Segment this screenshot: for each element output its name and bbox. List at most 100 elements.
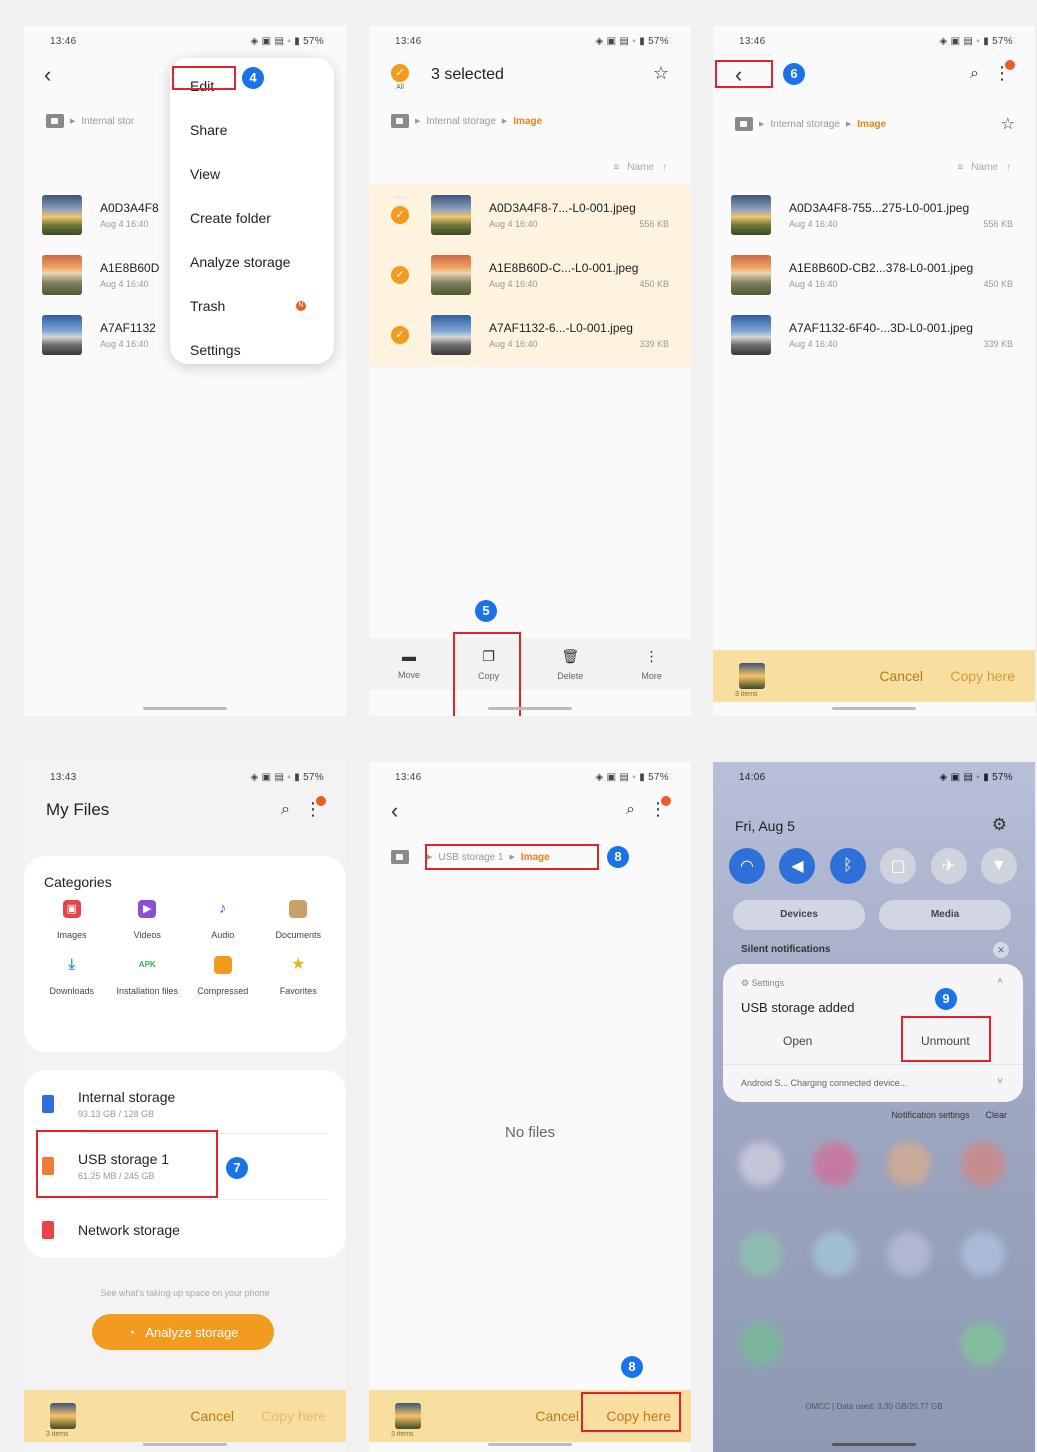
home-folder-icon[interactable] — [391, 850, 409, 864]
star-icon[interactable]: ☆ — [1001, 114, 1015, 134]
analyze-storage-button[interactable]: ◔ Analyze storage — [92, 1314, 274, 1350]
file-row[interactable]: A0D3A4F8-755...275-L0-001.jpeg Aug 4 16:4… — [713, 186, 1035, 244]
highlight-usb-storage — [36, 1130, 218, 1198]
folder-move-icon: ▬ — [402, 648, 417, 664]
category-videos[interactable]: ▶ Videos — [110, 900, 186, 940]
storage-hint: See what's taking up space on your phone — [100, 1288, 270, 1298]
category-documents[interactable]: Documents — [261, 900, 337, 940]
breadcrumb-image[interactable]: Image — [513, 116, 542, 127]
search-icon[interactable]: ⌕ — [626, 802, 635, 818]
gear-icon[interactable]: ⚙ — [992, 816, 1007, 833]
storage-internal[interactable]: Internal storage 93.13 GB / 128 GB — [42, 1076, 328, 1132]
highlight-copy-here — [581, 1392, 681, 1432]
category-favorites[interactable]: ★ Favorites — [261, 956, 337, 996]
sort-bar[interactable]: ≡ Name ↑ — [613, 162, 667, 173]
file-thumbnail — [42, 315, 82, 355]
checkbox-checked-icon[interactable]: ✓ — [391, 266, 409, 284]
sort-bar[interactable]: ≡ Name ↑ — [957, 162, 1011, 173]
category-compressed[interactable]: Compressed — [185, 956, 261, 996]
menu-item-settings[interactable]: Settings — [170, 328, 334, 372]
breadcrumb-internal[interactable]: Internal storage — [426, 116, 496, 127]
blurred-app-icon — [739, 1232, 783, 1276]
bluetooth-toggle-icon[interactable]: ᛒ — [829, 848, 866, 884]
file-row-selected[interactable]: ✓ A0D3A4F8-7...-L0-001.jpeg Aug 4 16:40 55… — [369, 186, 691, 244]
more-button[interactable]: ⋮ More — [641, 648, 662, 681]
back-icon[interactable]: ‹ — [44, 64, 51, 86]
cancel-button[interactable]: Cancel — [535, 1408, 579, 1424]
clear-button[interactable]: Clear — [985, 1110, 1007, 1120]
status-bar: 13:46 ◈ ▣ ▤ ◦ ▮ 57% — [395, 36, 669, 47]
file-thumbnail — [431, 255, 471, 295]
category-downloads[interactable]: ⤓ Downloads — [34, 956, 110, 996]
menu-item-share[interactable]: Share — [170, 108, 334, 152]
copy-here-button[interactable]: Copy here — [950, 668, 1015, 684]
devices-button[interactable]: Devices — [733, 900, 865, 930]
category-audio[interactable]: ♪ Audio — [185, 900, 261, 940]
download-icon: ⤓ — [68, 956, 76, 973]
step-9-marker: 9 — [935, 988, 957, 1010]
home-folder-icon[interactable] — [735, 117, 753, 131]
checkbox-checked-icon[interactable]: ✓ — [391, 206, 409, 224]
airplane-toggle-icon[interactable]: ✈ — [930, 848, 967, 884]
document-icon — [289, 900, 308, 918]
select-all[interactable]: ✓ All — [391, 64, 409, 91]
home-indicator — [143, 707, 227, 710]
charging-notification[interactable]: Android S... Charging connected device..… — [741, 1078, 907, 1088]
status-bar: 13:46 ◈ ▣ ▤ ◦ ▮ 57% — [395, 772, 669, 783]
search-icon[interactable]: ⌕ — [970, 66, 979, 82]
star-icon[interactable]: ☆ — [653, 64, 669, 82]
file-row[interactable]: A7AF1132-6F40-...3D-L0-001.jpeg Aug 4 16:… — [713, 306, 1035, 364]
move-button[interactable]: ▬ Move — [398, 648, 420, 680]
copy-here-button[interactable]: Copy here — [261, 1408, 326, 1424]
highlight-edit — [172, 66, 236, 90]
highlight-back — [715, 60, 773, 88]
apk-icon: APK — [138, 960, 156, 969]
breadcrumb-image[interactable]: Image — [857, 119, 886, 130]
breadcrumb-internal[interactable]: Internal storage — [770, 119, 840, 130]
highlight-breadcrumb — [425, 844, 599, 870]
rotate-toggle-icon[interactable]: ▢ — [880, 848, 917, 884]
wifi-toggle-icon[interactable]: ◠ — [729, 848, 765, 884]
breadcrumb-internal[interactable]: Internal stor — [81, 116, 134, 127]
select-all-check-icon: ✓ — [391, 64, 409, 82]
notification-title: USB storage added — [741, 1000, 855, 1015]
back-icon[interactable]: ‹ — [391, 800, 398, 822]
home-folder-icon[interactable] — [46, 114, 64, 128]
flashlight-toggle-icon[interactable]: ▼ — [980, 848, 1017, 884]
file-thumbnail — [731, 315, 771, 355]
search-icon[interactable]: ⌕ — [281, 802, 290, 818]
menu-item-trash[interactable]: Trash N — [170, 284, 334, 328]
sound-toggle-icon[interactable]: ◀ — [779, 848, 816, 884]
file-row-selected[interactable]: ✓ A1E8B60D-C...-L0-001.jpeg Aug 4 16:40 45… — [369, 246, 691, 304]
chevron-up-icon[interactable]: ˄ — [997, 976, 1003, 987]
cancel-button[interactable]: Cancel — [879, 668, 923, 684]
open-button[interactable]: Open — [783, 1034, 812, 1048]
blurred-app-icon — [739, 1142, 783, 1186]
file-row-selected[interactable]: ✓ A7AF1132-6...-L0-001.jpeg Aug 4 16:40 33… — [369, 306, 691, 364]
storage-network[interactable]: Network storage — [42, 1202, 328, 1258]
file-thumbnail — [42, 195, 82, 235]
menu-item-create-folder[interactable]: Create folder — [170, 196, 334, 240]
media-button[interactable]: Media — [879, 900, 1011, 930]
menu-item-view[interactable]: View — [170, 152, 334, 196]
file-thumbnail — [731, 255, 771, 295]
home-folder-icon[interactable] — [391, 114, 409, 128]
file-thumbnail — [431, 195, 471, 235]
category-installation-files[interactable]: APK Installation files — [110, 956, 186, 996]
step-8-marker: 8 — [621, 1356, 643, 1378]
cancel-button[interactable]: Cancel — [190, 1408, 234, 1424]
status-bar: 14:06 ◈ ▣ ▤ ◦ ▮ 57% — [739, 772, 1013, 783]
categories-card: Categories ▣ Images ▶ Videos ♪ Audio Docume… — [24, 856, 346, 1052]
close-icon[interactable]: ✕ — [993, 942, 1009, 958]
notification-settings-button[interactable]: Notification settings — [891, 1110, 969, 1120]
chevron-down-icon[interactable]: ˅ — [997, 1076, 1003, 1087]
file-thumbnail — [42, 255, 82, 295]
screen-selection: 13:46 ◈ ▣ ▤ ◦ ▮ 57% ✓ All 3 selected ☆ ▶… — [369, 26, 691, 716]
category-images[interactable]: ▣ Images — [34, 900, 110, 940]
checkbox-checked-icon[interactable]: ✓ — [391, 326, 409, 344]
file-row[interactable]: A1E8B60D-CB2...378-L0-001.jpeg Aug 4 16:4… — [713, 246, 1035, 304]
delete-button[interactable]: 🗑 Delete — [557, 648, 583, 681]
menu-item-analyze-storage[interactable]: Analyze storage — [170, 240, 334, 284]
shade-date: Fri, Aug 5 — [735, 818, 795, 834]
empty-state: No files — [504, 1124, 556, 1141]
